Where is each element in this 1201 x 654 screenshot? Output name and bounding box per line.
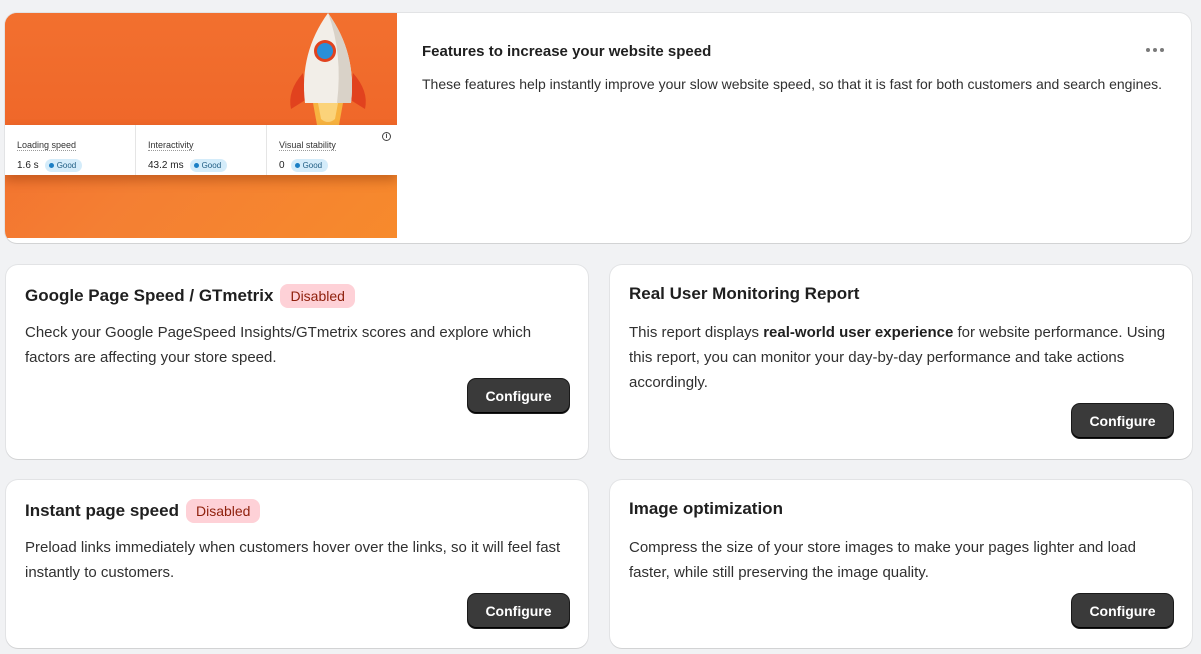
feature-description: Preload links immediately when customers… — [25, 539, 561, 581]
metrics-panel: Loading speed 1.6 s Good Interactivity 4… — [5, 125, 397, 175]
status-dot-icon — [294, 163, 300, 168]
status-badge: Disabled — [280, 284, 355, 308]
feature-title: Image optimization — [629, 499, 783, 518]
feature-card-google-page-speed: Google Page Speed / GTmetrix Disabled Ch… — [6, 265, 588, 459]
metric-loading-speed: Loading speed 1.6 s Good — [5, 125, 136, 175]
status-badge: Good — [189, 159, 228, 172]
status-badge: Good — [290, 159, 329, 172]
feature-description-emphasis: real-world user experience — [763, 324, 954, 341]
metric-label: Loading speed — [17, 140, 77, 151]
status-dot-icon — [193, 163, 199, 168]
feature-card-real-user-monitoring: Real User Monitoring Report This report … — [610, 265, 1192, 459]
feature-card-instant-page-speed: Instant page speed Disabled Preload link… — [6, 480, 588, 648]
hero-card: Loading speed 1.6 s Good Interactivity 4… — [5, 13, 1191, 243]
rocket-icon — [290, 13, 366, 129]
metric-visual-stability: Visual stability 0 Good i — [267, 125, 397, 175]
metric-label: Interactivity — [148, 140, 194, 151]
metric-value: 43.2 ms — [148, 160, 184, 171]
feature-title: Instant page speed — [25, 501, 179, 520]
hero-description: These features help instantly improve yo… — [422, 76, 1163, 92]
metric-value: 1.6 s — [17, 160, 39, 171]
hero-title: Features to increase your website speed — [422, 43, 712, 60]
metric-label: Visual stability — [279, 140, 336, 151]
status-badge: Disabled — [185, 499, 261, 523]
configure-button[interactable]: Configure — [468, 594, 569, 628]
metric-interactivity: Interactivity 43.2 ms Good — [136, 125, 267, 175]
feature-title: Real User Monitoring Report — [629, 284, 860, 303]
configure-button[interactable]: Configure — [468, 379, 569, 413]
info-icon: i — [382, 132, 391, 141]
feature-description: Check your Google PageSpeed Insights/GTm… — [25, 324, 532, 366]
configure-button[interactable]: Configure — [1072, 404, 1173, 438]
feature-description: This report displays real-world user exp… — [629, 324, 1166, 391]
status-dot-icon — [48, 163, 54, 168]
hero-illustration: Loading speed 1.6 s Good Interactivity 4… — [5, 13, 397, 238]
feature-card-image-optimization: Image optimization Compress the size of … — [610, 480, 1192, 648]
metric-value: 0 — [279, 160, 285, 171]
feature-title: Google Page Speed / GTmetrix — [25, 286, 274, 305]
status-badge: Good — [44, 159, 83, 172]
more-horizontal-icon[interactable] — [1143, 41, 1167, 59]
feature-description: Compress the size of your store images t… — [629, 539, 1136, 581]
configure-button[interactable]: Configure — [1072, 594, 1173, 628]
